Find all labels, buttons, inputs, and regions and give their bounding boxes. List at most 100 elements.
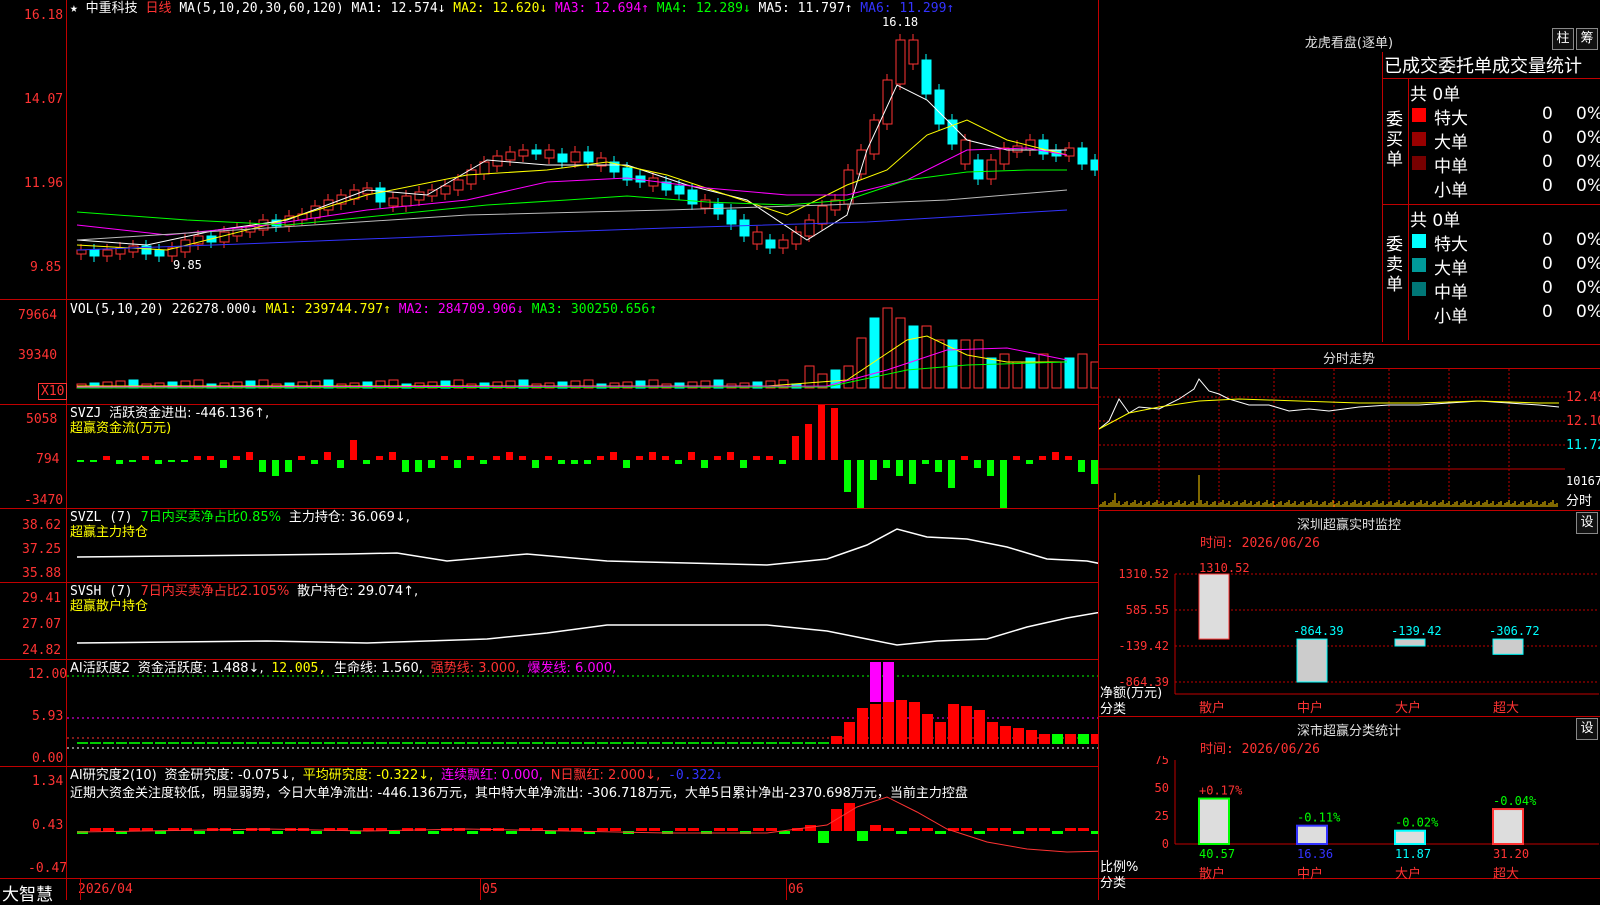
candle — [752, 231, 763, 245]
activity-bar — [363, 742, 374, 744]
research-bar — [909, 828, 920, 831]
activity-bar — [649, 742, 660, 744]
activity-bar — [714, 742, 725, 744]
research-bar — [961, 828, 972, 831]
activity-bar — [298, 742, 309, 744]
activity-bar — [805, 742, 816, 744]
activity-bar — [623, 742, 634, 744]
flow-bar — [701, 460, 708, 468]
price-axis-tick: 14.07 — [24, 92, 64, 107]
pct-category-label: 中户 — [1297, 866, 1323, 882]
flow-bar — [831, 408, 838, 460]
candle — [466, 169, 477, 185]
volume-bar — [882, 307, 893, 389]
flow-bar — [1078, 460, 1085, 472]
flow-bar — [129, 460, 136, 462]
activity-bar — [428, 742, 439, 744]
candlestick-chart[interactable]: 16.18 9.85 — [67, 0, 1098, 299]
bar-button[interactable]: 柱 — [1552, 28, 1574, 50]
pct-bar-label: 11.87 — [1395, 847, 1431, 861]
activity-bar — [1013, 728, 1024, 744]
activity-bar — [571, 742, 582, 744]
flow-bar — [415, 460, 422, 472]
candle — [817, 205, 828, 225]
research-bar — [311, 831, 322, 834]
research-bar — [753, 828, 764, 831]
flow-bar — [753, 456, 760, 460]
pct-bar-label: 40.57 — [1199, 847, 1235, 861]
activity-peak-bar — [883, 662, 894, 702]
activity-bar — [987, 722, 998, 744]
candle — [453, 179, 464, 191]
research-bar — [1052, 831, 1063, 834]
candle — [375, 187, 386, 203]
order-row-label: 大单 — [1434, 259, 1468, 279]
brand-label: 大智慧 — [2, 885, 53, 905]
order-row-count: 0 — [1542, 278, 1553, 298]
ma-line-blue — [76, 209, 1068, 251]
intraday-axis-tick: 12.10 — [1566, 414, 1600, 429]
order-size-swatch — [1412, 180, 1426, 194]
volume-chart — [76, 307, 1098, 389]
order-row-count: 0 — [1542, 302, 1553, 322]
flow-bar — [1065, 456, 1072, 460]
volume-bar — [960, 339, 971, 389]
flow-bar — [649, 452, 656, 460]
sz-monitor-title: 深圳超赢实时监控 — [1296, 518, 1401, 533]
volume-bar — [804, 365, 815, 389]
flow-bar — [402, 460, 409, 472]
date-divider — [786, 878, 787, 900]
dragon-inner-border — [1408, 78, 1409, 340]
intraday-chart[interactable] — [1099, 369, 1565, 509]
candle — [921, 59, 932, 95]
settings-button[interactable]: 设 — [1576, 512, 1598, 534]
research-bar — [818, 831, 829, 843]
activity-bar — [103, 742, 114, 744]
sz-monitor-xlabel: 分类 — [1100, 702, 1127, 717]
sz-class-xlabel: 分类 — [1100, 876, 1127, 891]
order-row-pct: 0% — [1576, 128, 1600, 148]
activity-bar — [155, 742, 166, 744]
ma-line-white — [76, 84, 1067, 246]
net-bar-label: 1310.52 — [1199, 561, 1250, 575]
net-category-label: 大户 — [1395, 700, 1421, 716]
candle — [895, 39, 906, 85]
flow-bar — [883, 460, 890, 468]
flow-bar — [246, 452, 253, 460]
flow-bar — [610, 452, 617, 460]
dragon-divider — [1382, 78, 1600, 79]
panel-divider — [1098, 716, 1600, 717]
order-row-count: 0 — [1542, 104, 1553, 124]
flow-bar — [77, 460, 84, 462]
flow-bar — [428, 460, 435, 468]
research-bar — [1091, 831, 1098, 834]
candle — [778, 239, 789, 249]
candle — [986, 159, 997, 180]
candle — [791, 231, 802, 245]
activity-bar — [90, 742, 101, 744]
flow-bar — [532, 460, 539, 468]
pct-change-label: -0.11% — [1297, 811, 1341, 825]
buy-total: 共 0单 — [1410, 85, 1461, 105]
chip-button[interactable]: 筹 — [1576, 28, 1598, 50]
order-row-label: 中单 — [1434, 157, 1468, 177]
volume-bar — [908, 325, 919, 389]
research-bar — [870, 825, 881, 831]
flow-bar — [116, 460, 123, 464]
net-axis-tick: -139.42 — [1118, 639, 1169, 653]
candle — [1077, 147, 1088, 165]
settings-button[interactable]: 设 — [1576, 718, 1598, 740]
activity-bar — [740, 742, 751, 744]
research-bar — [1039, 828, 1050, 831]
intraday-title: 分时走势 — [1322, 352, 1375, 367]
flow-bar — [935, 460, 942, 472]
volume-bar — [1051, 361, 1062, 389]
candle — [674, 185, 685, 195]
flow-bar — [467, 456, 474, 460]
flow-bar — [389, 452, 396, 460]
flow-bar — [324, 452, 331, 460]
activity-bar — [753, 742, 764, 744]
research-bar — [597, 828, 608, 831]
net-category-label: 中户 — [1297, 700, 1323, 716]
flow-bar — [1039, 456, 1046, 460]
